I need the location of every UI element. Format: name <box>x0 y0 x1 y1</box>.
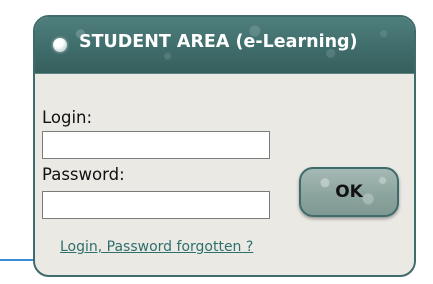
forgot-password-link[interactable]: Login, Password forgotten ? <box>60 239 253 255</box>
password-label: Password: <box>42 165 125 184</box>
login-input[interactable] <box>42 131 270 159</box>
ok-button[interactable]: OK <box>299 167 399 217</box>
left-edge-line <box>0 259 34 261</box>
bullet-icon <box>53 38 67 52</box>
password-input[interactable] <box>42 191 270 219</box>
student-area-panel: STUDENT AREA (e-Learning) Login: Passwor… <box>33 15 416 277</box>
panel-title: STUDENT AREA (e-Learning) <box>79 32 358 52</box>
login-label: Login: <box>42 108 93 127</box>
panel-header: STUDENT AREA (e-Learning) <box>35 17 414 74</box>
page: STUDENT AREA (e-Learning) Login: Passwor… <box>0 0 433 284</box>
